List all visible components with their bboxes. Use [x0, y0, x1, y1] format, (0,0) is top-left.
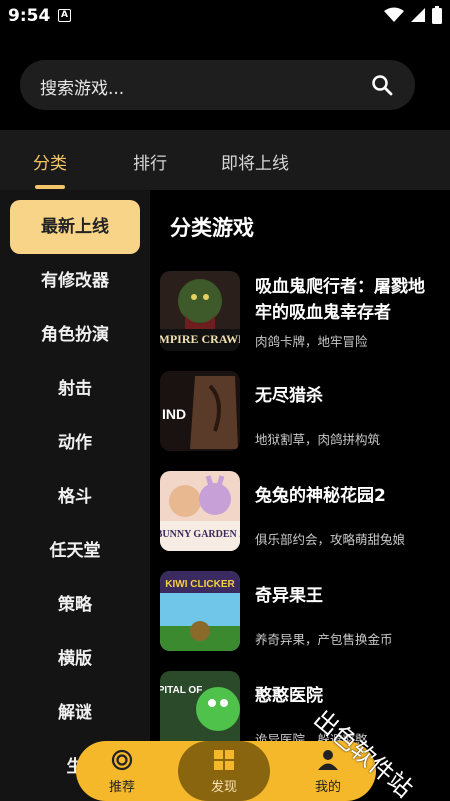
- game-list-item[interactable]: IND 无尽猎杀 地狱割草，肉鸽拼构筑: [160, 371, 450, 453]
- game-description: 地狱割草，肉鸽拼构筑: [255, 432, 381, 447]
- category-tabs: 分类 排行 即将上线: [0, 130, 450, 190]
- person-icon: [318, 750, 338, 770]
- game-description: 俱乐部约会，攻略萌甜兔娘: [255, 532, 406, 547]
- game-list-item[interactable]: BUNNY GARDEN 2 兔兔的神秘花园2 俱乐部约会，攻略萌甜兔娘: [160, 471, 450, 553]
- game-title: 憨憨医院: [255, 686, 323, 706]
- svg-text:IMPIRE CRAWL: IMPIRE CRAWL: [160, 332, 240, 346]
- app-notification-icon: A: [58, 9, 71, 22]
- tab-ranking[interactable]: 排行: [133, 149, 167, 174]
- sidebar-item-action[interactable]: 动作: [10, 416, 140, 470]
- bottom-navigation: 推荐 发现 我的: [76, 741, 376, 801]
- sidebar-item-nintendo[interactable]: 任天堂: [10, 524, 140, 578]
- nav-discover[interactable]: 发现: [178, 741, 270, 801]
- status-time: 9:54: [8, 6, 51, 26]
- sidebar-item-newest[interactable]: 最新上线: [10, 200, 140, 254]
- nav-label: 推荐: [108, 780, 135, 795]
- section-title: 分类游戏: [170, 216, 254, 240]
- game-thumbnail: IND: [160, 371, 240, 451]
- game-description: 肉鸽卡牌，地牢冒险: [255, 334, 368, 349]
- grid-icon: [214, 750, 234, 770]
- tab-upcoming[interactable]: 即将上线: [221, 149, 289, 174]
- svg-text:IND: IND: [162, 406, 186, 422]
- category-sidebar: 最新上线 有修改器 角色扮演 射击 动作 格斗 任天堂 策略 横版 解谜 生: [0, 190, 150, 801]
- game-thumbnail: BUNNY GARDEN 2: [160, 471, 240, 551]
- status-bar: 9:54 A: [0, 0, 450, 32]
- battery-icon: [432, 6, 442, 24]
- wifi-icon: [384, 7, 404, 22]
- sidebar-item-modded[interactable]: 有修改器: [10, 254, 140, 308]
- sidebar-item-puzzle[interactable]: 解谜: [10, 686, 140, 740]
- svg-text:BUNNY GARDEN 2: BUNNY GARDEN 2: [160, 529, 240, 540]
- game-description: 养奇异果，产包售换金币: [255, 632, 393, 647]
- game-thumbnail: KIWI CLICKER: [160, 571, 240, 651]
- game-thumbnail: IMPIRE CRAWL: [160, 271, 240, 351]
- sidebar-item-side-scroller[interactable]: 横版: [10, 632, 140, 686]
- search-icon[interactable]: [371, 74, 393, 96]
- sidebar-item-fighting[interactable]: 格斗: [10, 470, 140, 524]
- svg-text:KIWI CLICKER: KIWI CLICKER: [165, 579, 235, 590]
- svg-text:PITAL OF: PITAL OF: [160, 685, 202, 696]
- sidebar-item-rpg[interactable]: 角色扮演: [10, 308, 140, 362]
- search-input[interactable]: 搜索游戏...: [40, 74, 124, 99]
- tab-indicator: [35, 185, 65, 189]
- tab-category[interactable]: 分类: [33, 149, 67, 174]
- nav-label: 我的: [314, 780, 341, 795]
- game-list-item[interactable]: KIWI CLICKER 奇异果王 养奇异果，产包售换金币: [160, 571, 450, 653]
- nav-label: 发现: [210, 780, 237, 795]
- game-list-item[interactable]: IMPIRE CRAWL 吸血鬼爬行者：屠戮地牢的吸血鬼幸存者 肉鸽卡牌，地牢冒…: [160, 271, 450, 353]
- nav-recommend[interactable]: 推荐: [76, 741, 168, 801]
- target-icon: [111, 749, 133, 771]
- sidebar-item-shooter[interactable]: 射击: [10, 362, 140, 416]
- game-title: 吸血鬼爬行者：屠戮地牢的吸血鬼幸存者: [255, 277, 425, 323]
- game-thumbnail: PITAL OF: [160, 671, 240, 751]
- search-bar[interactable]: 搜索游戏...: [20, 60, 415, 110]
- game-title: 兔兔的神秘花园2: [255, 486, 386, 506]
- game-title: 无尽猎杀: [255, 386, 323, 406]
- game-title: 奇异果王: [255, 586, 323, 606]
- sidebar-item-strategy[interactable]: 策略: [10, 578, 140, 632]
- signal-icon: [411, 8, 425, 22]
